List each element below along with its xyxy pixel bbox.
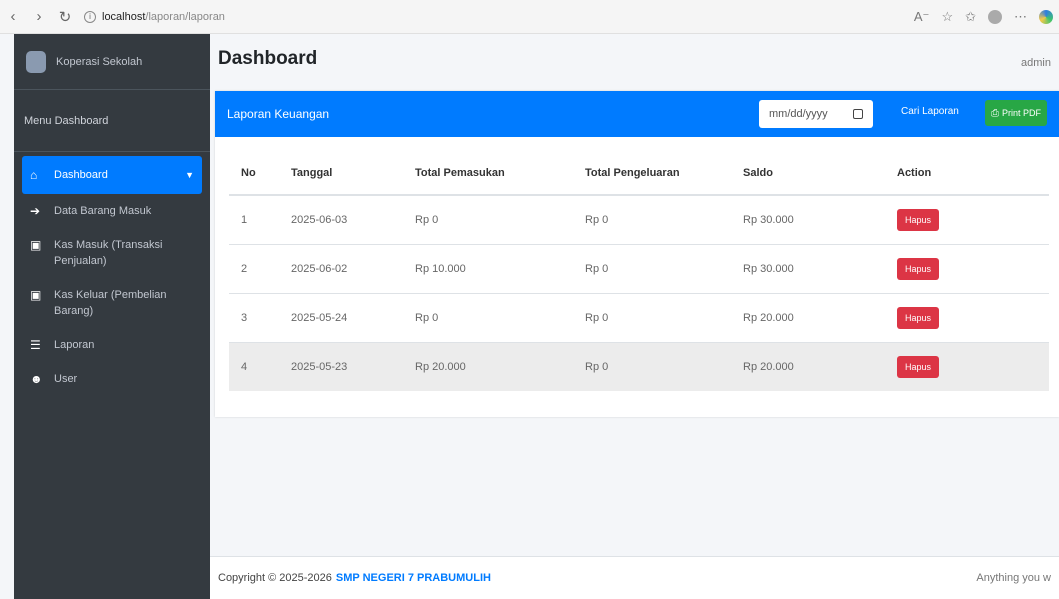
sidebar-item-label: Kas Masuk (Transaksi Penjualan)	[54, 239, 163, 267]
brand-logo-icon	[26, 50, 46, 73]
menu-header: Menu Dashboard	[14, 90, 210, 152]
cell-tanggal: 2025-06-03	[279, 194, 403, 244]
more-icon[interactable]: ⋯	[1014, 9, 1027, 25]
cell-no: 3	[229, 292, 279, 342]
read-aloud-icon[interactable]: A⁻	[914, 9, 930, 25]
cell-pemasukan: Rp 20.000	[403, 341, 573, 391]
footer-right-text: Anything you w	[976, 572, 1051, 584]
user-menu[interactable]: admin	[1021, 57, 1051, 69]
print-pdf-button[interactable]: ⎙ Print PDF	[985, 100, 1048, 126]
table-row: 1 2025-06-03 Rp 0 Rp 0 Rp 30.000 Hapus	[229, 194, 1049, 244]
page-title: Dashboard	[218, 48, 318, 69]
column-header: No	[229, 151, 279, 196]
arrow-right-icon: ➔	[30, 204, 41, 218]
printer-icon: ⎙	[991, 107, 999, 119]
cell-action: Hapus	[885, 341, 1049, 391]
footer: Copyright © 2025-2026 SMP NEGERI 7 PRABU…	[210, 556, 1059, 599]
card-header: Laporan Keuangan mm/dd/yyyy Cari Laporan…	[215, 91, 1059, 137]
column-header: Total Pengeluaran	[573, 151, 731, 196]
cell-no: 1	[229, 194, 279, 244]
search-report-button[interactable]: Cari Laporan	[901, 106, 959, 117]
table-row: 4 2025-05-23 Rp 20.000 Rp 0 Rp 20.000 Ha…	[229, 341, 1049, 391]
sidebar-item-user[interactable]: ☻ User	[22, 362, 202, 396]
footer-copyright: Copyright © 2025-2026	[218, 572, 332, 584]
sidebar-nav: ⌂ Dashboard ▼ ➔ Data Barang Masuk ▣ Kas …	[14, 156, 210, 396]
table-row: 2 2025-06-02 Rp 10.000 Rp 0 Rp 30.000 Ha…	[229, 243, 1049, 293]
print-pdf-label: Print PDF	[1002, 108, 1042, 118]
cell-pengeluaran: Rp 0	[573, 292, 731, 342]
cell-saldo: Rp 20.000	[731, 341, 885, 391]
sidebar-item-label: Laporan	[54, 339, 95, 351]
column-header: Tanggal	[279, 151, 403, 196]
forward-icon[interactable]: ›	[26, 4, 52, 30]
cell-pengeluaran: Rp 0	[573, 243, 731, 293]
address-bar[interactable]: i localhost/laporan/laporan	[84, 10, 225, 23]
sidebar-brand[interactable]: Koperasi Sekolah	[14, 34, 210, 90]
browser-toolbar: ‹ › ↻ i localhost/laporan/laporan A⁻ ☆ ✩…	[0, 0, 1059, 34]
cell-no: 4	[229, 341, 279, 391]
info-icon[interactable]: i	[84, 10, 96, 23]
profile-icon[interactable]	[988, 10, 1002, 24]
sidebar-item-data-barang-masuk[interactable]: ➔ Data Barang Masuk	[22, 194, 202, 228]
cell-action: Hapus	[885, 292, 1049, 342]
cell-pemasukan: Rp 10.000	[403, 243, 573, 293]
cell-pengeluaran: Rp 0	[573, 341, 731, 391]
home-icon: ⌂	[30, 168, 38, 182]
cell-saldo: Rp 30.000	[731, 194, 885, 244]
cell-saldo: Rp 30.000	[731, 243, 885, 293]
sidebar-item-laporan[interactable]: ☰ Laporan	[22, 328, 202, 362]
footer-school-link[interactable]: SMP NEGERI 7 PRABUMULIH	[336, 572, 491, 584]
date-filter-input[interactable]: mm/dd/yyyy	[759, 100, 873, 128]
sidebar-item-dashboard[interactable]: ⌂ Dashboard ▼	[22, 156, 202, 194]
url-host: localhost	[102, 10, 146, 23]
favorite-icon[interactable]: ☆	[941, 9, 953, 25]
delete-button[interactable]: Hapus	[897, 355, 940, 378]
report-table: No Tanggal Total Pemasukan Total Pengelu…	[229, 151, 1049, 391]
copilot-icon[interactable]	[1039, 10, 1053, 24]
users-icon: ☻	[30, 372, 43, 386]
delete-button[interactable]: Hapus	[897, 208, 940, 231]
cell-pengeluaran: Rp 0	[573, 194, 731, 244]
favorites-bar-icon[interactable]: ✩	[965, 9, 976, 25]
money-icon: ▣	[30, 238, 42, 252]
list-icon: ☰	[30, 338, 41, 352]
cell-no: 2	[229, 243, 279, 293]
column-header: Total Pemasukan	[403, 151, 573, 196]
sidebar-item-label: User	[54, 373, 78, 385]
column-header: Saldo	[731, 151, 885, 196]
column-header: Action	[885, 151, 1049, 196]
sidebar-item-label: Kas Keluar (Pembelian Barang)	[54, 289, 167, 317]
sidebar-item-kas-masuk[interactable]: ▣ Kas Masuk (Transaksi Penjualan)	[22, 228, 202, 278]
delete-button[interactable]: Hapus	[897, 257, 940, 280]
cell-action: Hapus	[885, 243, 1049, 293]
table-row: 3 2025-05-24 Rp 0 Rp 0 Rp 20.000 Hapus	[229, 292, 1049, 342]
back-icon[interactable]: ‹	[0, 4, 26, 30]
sidebar-item-kas-keluar[interactable]: ▣ Kas Keluar (Pembelian Barang)	[22, 278, 202, 328]
cell-saldo: Rp 20.000	[731, 292, 885, 342]
sidebar: Koperasi Sekolah Menu Dashboard ⌂ Dashbo…	[14, 34, 210, 599]
cell-pemasukan: Rp 0	[403, 194, 573, 244]
url-path: /laporan/laporan	[145, 10, 225, 23]
date-placeholder: mm/dd/yyyy	[769, 108, 828, 120]
sidebar-item-label: Dashboard	[54, 169, 108, 181]
card-title: Laporan Keuangan	[227, 107, 330, 121]
calendar-icon[interactable]	[853, 109, 863, 119]
money-icon: ▣	[30, 288, 42, 302]
cell-tanggal: 2025-05-24	[279, 292, 403, 342]
cell-tanggal: 2025-05-23	[279, 341, 403, 391]
brand-text: Koperasi Sekolah	[56, 55, 143, 68]
cell-action: Hapus	[885, 194, 1049, 244]
table-header-row: No Tanggal Total Pemasukan Total Pengelu…	[229, 151, 1049, 196]
report-card: Laporan Keuangan mm/dd/yyyy Cari Laporan…	[215, 91, 1059, 417]
chevron-down-icon: ▼	[185, 170, 194, 180]
reload-icon[interactable]: ↻	[52, 4, 78, 30]
cell-pemasukan: Rp 0	[403, 292, 573, 342]
delete-button[interactable]: Hapus	[897, 306, 940, 329]
sidebar-item-label: Data Barang Masuk	[54, 205, 152, 217]
cell-tanggal: 2025-06-02	[279, 243, 403, 293]
